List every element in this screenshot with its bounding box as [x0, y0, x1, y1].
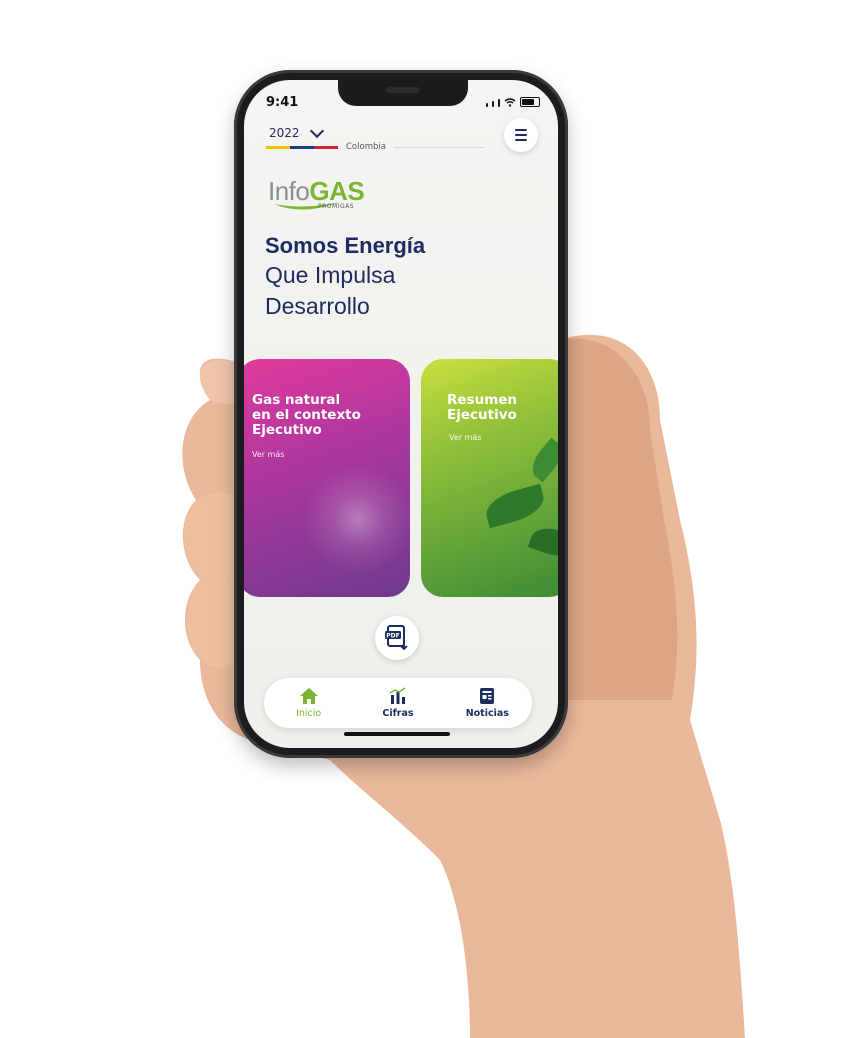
leaf-image [482, 483, 548, 529]
card-resumen-ejecutivo[interactable]: Resumen Ejecutivo Ver más [421, 359, 558, 597]
nav-item-cifras[interactable]: Cifras [363, 687, 433, 719]
logo-sub: PROMIGAS [318, 203, 355, 210]
pdf-download-icon: PDF [385, 625, 408, 651]
home-icon [299, 688, 318, 704]
status-time: 9:41 [266, 95, 299, 110]
chart-icon [389, 687, 406, 704]
status-icons [486, 97, 540, 107]
home-indicator[interactable] [344, 732, 450, 736]
bottom-nav: Inicio Cifras Noticias [264, 678, 532, 728]
hamburger-icon [515, 128, 527, 131]
colombia-flag-stripe [266, 146, 338, 149]
see-more-link[interactable]: Ver más [252, 450, 284, 459]
dandelion-image [298, 459, 410, 579]
headline: Somos Energía Que Impulsa Desarrollo [265, 232, 425, 322]
pdf-download-button[interactable]: PDF [375, 616, 419, 660]
card-gas-natural[interactable]: Gas natural en el contexto Ejecutivo Ver… [244, 359, 410, 597]
headline-line-3: Desarrollo [265, 293, 370, 319]
nav-label: Noticias [465, 708, 509, 719]
nav-item-inicio[interactable]: Inicio [274, 687, 344, 719]
svg-text:PDF: PDF [386, 633, 399, 640]
headline-line-2: Que Impulsa [265, 262, 396, 288]
country-label: Colombia [346, 142, 386, 152]
year-select[interactable]: 2022 [269, 123, 324, 140]
nav-item-noticias[interactable]: Noticias [452, 687, 522, 719]
news-icon [480, 688, 495, 704]
divider [394, 147, 484, 148]
wifi-icon [504, 98, 516, 107]
headline-line-1: Somos Energía [265, 233, 426, 258]
infogas-logo: InfoGAS PROMIGAS [268, 176, 378, 218]
chevron-down-icon [309, 123, 324, 138]
signal-icon [486, 103, 488, 107]
see-more-link[interactable]: Ver más [449, 433, 481, 442]
card-title: Gas natural en el contexto Ejecutivo [252, 392, 361, 438]
card-title: Resumen Ejecutivo [447, 392, 518, 423]
battery-icon [520, 97, 540, 107]
phone-screen: 9:41 2022 Colombia InfoGAS PROMIGAS Somo… [244, 80, 558, 748]
notch [338, 80, 468, 106]
menu-button[interactable] [504, 118, 538, 152]
year-value: 2022 [269, 126, 300, 140]
nav-label: Inicio [296, 708, 322, 719]
nav-label: Cifras [382, 708, 414, 719]
